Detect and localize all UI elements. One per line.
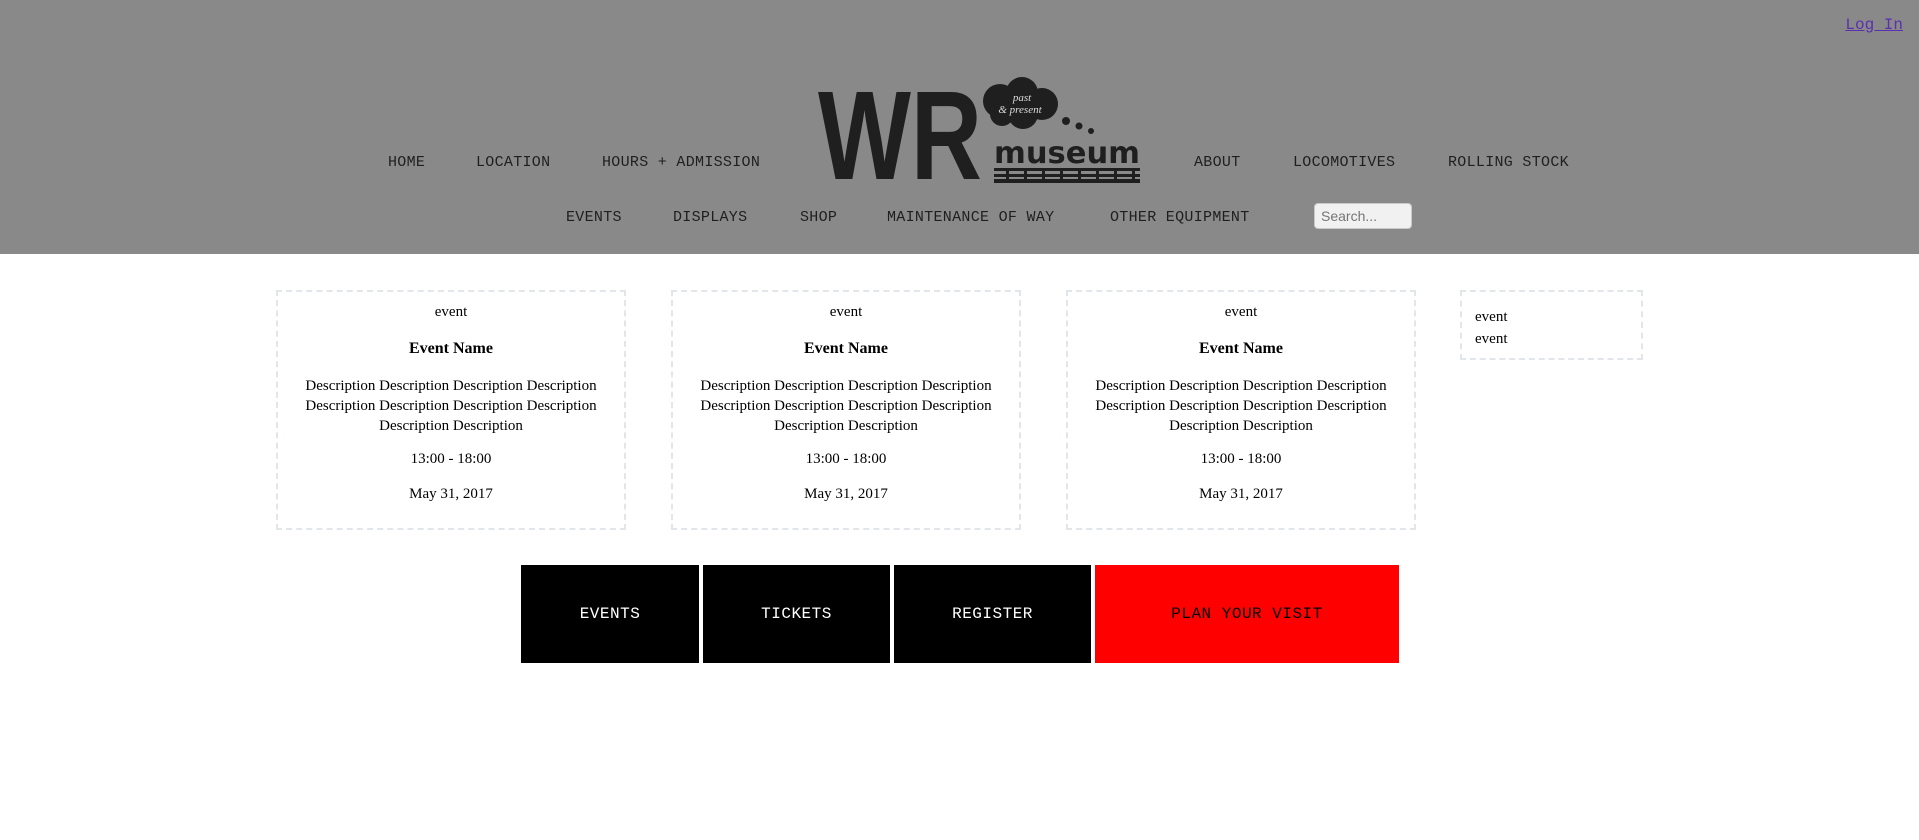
- event-type: event: [829, 304, 863, 320]
- nav-about[interactable]: ABOUT: [1194, 154, 1241, 171]
- nav-hours-admission[interactable]: HOURS + ADMISSION: [602, 154, 760, 171]
- event-date: May 31, 2017: [804, 486, 888, 502]
- logo-wordmark: WR: [818, 76, 982, 184]
- nav-displays[interactable]: DISPLAYS: [673, 209, 747, 226]
- event-card[interactable]: event Event Name Description Description…: [671, 290, 1021, 530]
- smoke-dot: [1088, 128, 1094, 134]
- event-type: event: [434, 304, 468, 320]
- event-type: event: [1224, 304, 1258, 320]
- event-name: Event Name: [409, 340, 493, 357]
- events-button[interactable]: EVENTS: [521, 565, 699, 663]
- login-link[interactable]: Log In: [1845, 16, 1903, 34]
- logo-subtitle: museum: [994, 136, 1140, 171]
- register-button[interactable]: REGISTER: [894, 565, 1091, 663]
- smoke-dot: [1075, 122, 1083, 130]
- nav-home[interactable]: HOME: [388, 154, 425, 171]
- event-time: 13:00 - 18:00: [1200, 451, 1282, 467]
- event-card[interactable]: event Event Name Description Description…: [276, 290, 626, 530]
- event-date: May 31, 2017: [1199, 486, 1283, 502]
- event-description: Description Description Description Desc…: [1095, 378, 1387, 434]
- nav-events[interactable]: EVENTS: [566, 209, 622, 226]
- smoke-dot: [1062, 117, 1070, 125]
- event-date: May 31, 2017: [409, 486, 493, 502]
- nav-locomotives[interactable]: LOCOMOTIVES: [1293, 154, 1395, 171]
- rail-track-icon: [994, 168, 1140, 183]
- site-header: Log In HOME LOCATION HOURS + ADMISSION W…: [0, 0, 1919, 254]
- event-time: 13:00 - 18:00: [805, 451, 887, 467]
- nav-maintenance-of-way[interactable]: MAINTENANCE OF WAY: [887, 209, 1054, 226]
- nav-rolling-stock[interactable]: ROLLING STOCK: [1448, 154, 1569, 171]
- sidebar-event-item[interactable]: event: [1475, 328, 1641, 350]
- nav-shop[interactable]: SHOP: [800, 209, 837, 226]
- event-card[interactable]: event Event Name Description Description…: [1066, 290, 1416, 530]
- logo-past-text: past: [1012, 92, 1032, 104]
- museum-logo[interactable]: WR past & present museum: [816, 76, 1144, 184]
- search-input[interactable]: [1314, 203, 1412, 229]
- logo-present-text: & present: [998, 104, 1042, 116]
- sidebar-event-item[interactable]: event: [1475, 306, 1641, 328]
- event-name: Event Name: [804, 340, 888, 357]
- sidebar-event-list: event event: [1460, 290, 1643, 360]
- nav-other-equipment[interactable]: OTHER EQUIPMENT: [1110, 209, 1250, 226]
- event-description: Description Description Description Desc…: [700, 378, 992, 434]
- nav-location[interactable]: LOCATION: [476, 154, 550, 171]
- event-description: Description Description Description Desc…: [305, 378, 597, 434]
- event-time: 13:00 - 18:00: [410, 451, 492, 467]
- tickets-button[interactable]: TICKETS: [703, 565, 890, 663]
- event-name: Event Name: [1199, 340, 1283, 357]
- plan-your-visit-button[interactable]: PLAN YOUR VISIT: [1095, 565, 1399, 663]
